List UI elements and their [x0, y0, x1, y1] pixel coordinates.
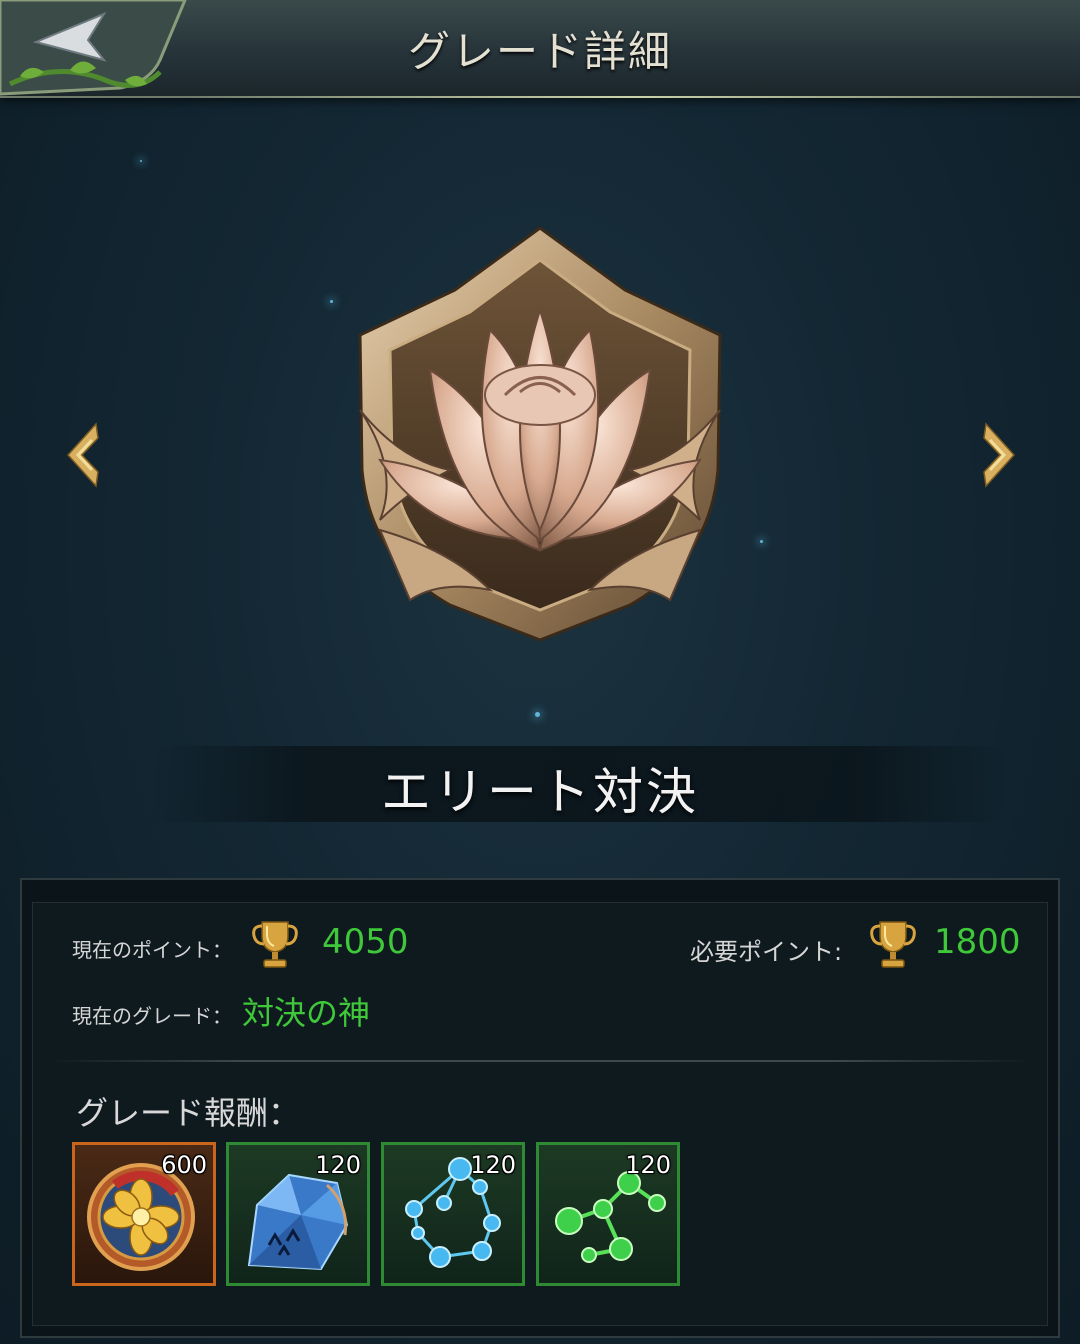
current-grade-label: 現在のグレード： [72, 1004, 232, 1028]
trophy-icon [870, 921, 916, 968]
reward-item[interactable]: 120 [381, 1142, 525, 1286]
reward-count: 120 [470, 1151, 516, 1179]
chevron-right-icon [983, 422, 1016, 488]
current-grade-value: 対決の神 [242, 994, 371, 1032]
reward-count: 600 [161, 1151, 207, 1179]
reward-item[interactable]: 120 [226, 1142, 370, 1286]
grade-emblem [340, 220, 740, 650]
chevron-left-icon [66, 422, 99, 488]
reward-count: 120 [315, 1151, 361, 1179]
trophy-icon [252, 921, 298, 968]
reward-count: 120 [625, 1151, 671, 1179]
reward-item[interactable]: 600 [72, 1142, 216, 1286]
divider [48, 1060, 1032, 1062]
current-points-value: 4050 [322, 922, 409, 962]
lotus-shield-emblem [358, 226, 722, 642]
prev-grade-button[interactable] [64, 420, 104, 490]
current-points-label: 現在のポイント： [72, 938, 232, 962]
grade-name: エリート対決 [381, 763, 699, 821]
page-title: グレード詳細 [407, 27, 672, 76]
required-points-label: 必要ポイント: [690, 938, 843, 966]
required-points-value: 1800 [934, 922, 1021, 962]
reward-item[interactable]: 120 [536, 1142, 680, 1286]
header-bar: グレード詳細 [0, 0, 1080, 98]
next-grade-button[interactable] [978, 420, 1018, 490]
grade-rewards-label: グレード報酬： [76, 1094, 301, 1132]
